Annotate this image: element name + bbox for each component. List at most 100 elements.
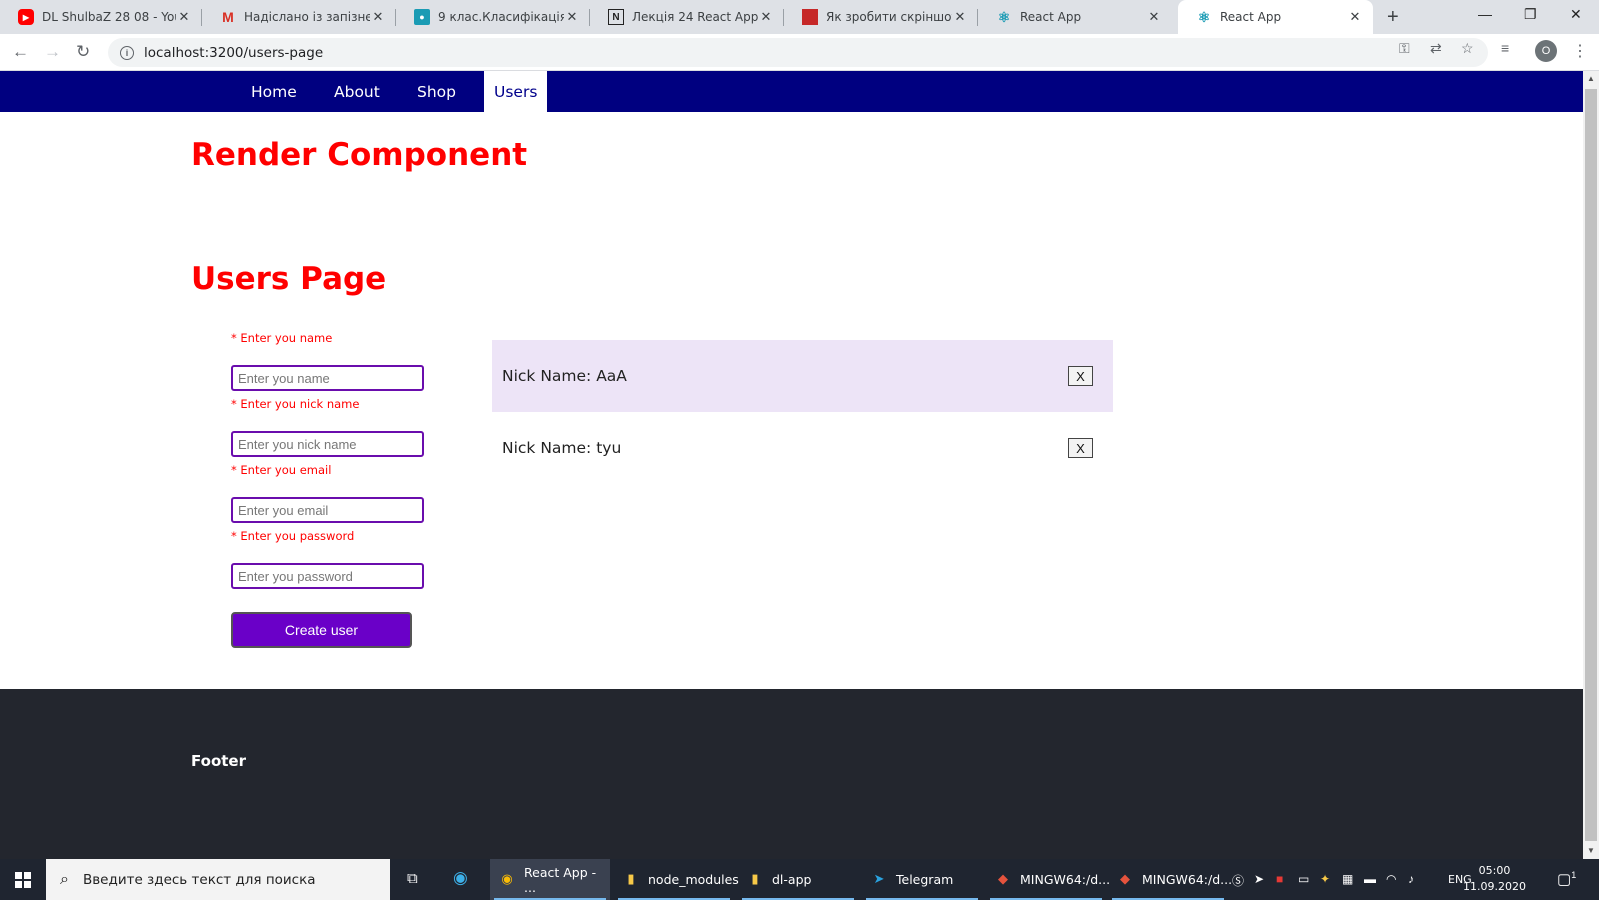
key-icon[interactable]: ⚿ <box>1399 40 1410 57</box>
react-icon: ⚛ <box>1197 8 1211 25</box>
edge-icon[interactable]: ◉ <box>453 868 468 888</box>
browser-tab[interactable]: ● 9 клас.Класифікація програм ✕ <box>396 0 590 34</box>
nav-about[interactable]: About <box>334 71 380 112</box>
tab-close-icon[interactable]: ✕ <box>564 9 580 25</box>
email-label: * Enter you email <box>231 463 332 477</box>
bookmark-star-icon[interactable]: ☆ <box>1461 40 1474 57</box>
page-title: Users Page <box>191 261 387 297</box>
taskbar-search-placeholder[interactable]: Введите здесь текст для поиска <box>83 872 316 888</box>
email-input[interactable] <box>231 497 424 523</box>
window-close-button[interactable]: ✕ <box>1570 6 1582 23</box>
youtube-icon: ▶ <box>18 9 34 25</box>
url-text[interactable]: localhost:3200/users-page <box>144 45 323 61</box>
browser-tab-strip: ▶ DL ShulbaZ 28 08 - YouTube ✕ M Надісла… <box>0 0 1599 34</box>
tab-close-icon[interactable]: ✕ <box>176 9 192 25</box>
name-input[interactable] <box>231 365 424 391</box>
site-info-icon[interactable]: i <box>120 45 134 60</box>
battery-icon[interactable]: ▬ <box>1364 872 1376 886</box>
taskbar-app-telegram[interactable]: ➤ Telegram <box>862 859 982 900</box>
scroll-up-icon[interactable]: ▲ <box>1583 71 1599 87</box>
record-icon[interactable]: ■ <box>1276 872 1283 886</box>
menu-icon[interactable]: ⋮ <box>1572 41 1588 61</box>
back-icon[interactable]: ← <box>12 42 29 62</box>
browser-tab[interactable]: Як зробити скріншот (S ✕ <box>784 0 978 34</box>
footer-text: Footer <box>191 752 246 770</box>
taskbar-app-git[interactable]: ◆ MINGW64:/d... <box>986 859 1110 900</box>
tab-close-icon[interactable]: ✕ <box>1146 9 1162 25</box>
browser-tab[interactable]: ⚛ React App ✕ <box>978 0 1172 34</box>
tab-title: Як зробити скріншот (S <box>826 10 952 24</box>
page-viewport: Home About Shop Users Render Component U… <box>0 71 1583 859</box>
taskbar-app-label: React App - ... <box>524 864 597 895</box>
gmail-icon: M <box>222 9 234 25</box>
display-icon[interactable]: ▭ <box>1298 872 1309 886</box>
clock-date: 11.09.2020 <box>1463 880 1526 893</box>
search-icon: ⌕ <box>60 870 69 888</box>
taskbar-search[interactable]: ⌕ Введите здесь текст для поиска <box>46 859 390 900</box>
tab-title: React App <box>1020 10 1082 24</box>
git-icon: ◆ <box>998 872 1008 887</box>
browser-tab[interactable]: N Лекція 24 React App Fin ✕ <box>590 0 784 34</box>
nav-shop[interactable]: Shop <box>417 71 456 112</box>
tab-close-icon[interactable]: ✕ <box>952 9 968 25</box>
browser-tab[interactable]: M Надіслано із запізненням ✕ <box>202 0 396 34</box>
address-bar[interactable]: i localhost:3200/users-page <box>108 38 1488 67</box>
tab-close-icon[interactable]: ✕ <box>370 9 386 25</box>
skype-icon[interactable]: Ⓢ <box>1232 872 1244 889</box>
tab-close-icon[interactable]: ✕ <box>1347 9 1363 25</box>
nick-name-label: * Enter you nick name <box>231 397 360 411</box>
chrome-icon: ◉ <box>501 872 513 887</box>
taskbar-app-folder[interactable]: ▮ dl-app <box>738 859 858 900</box>
forward-icon[interactable]: → <box>44 42 61 62</box>
tab-title: Лекція 24 React App Fin <box>632 10 758 24</box>
taskbar-app-label: MINGW64:/d... <box>1020 872 1111 887</box>
taskbar-app-label: MINGW64:/d... <box>1142 872 1233 887</box>
user-card: Nick Name: AaA X <box>492 340 1113 412</box>
translate-icon[interactable]: ⇄ <box>1430 40 1442 57</box>
volume-icon[interactable]: ♪ <box>1408 872 1414 886</box>
windows-taskbar: ⌕ Введите здесь текст для поиска ⧉ ◉ ◉ R… <box>0 859 1599 900</box>
maximize-button[interactable]: ❐ <box>1524 6 1537 23</box>
minimize-button[interactable]: — <box>1478 6 1492 22</box>
clock[interactable]: 05:00 11.09.2020 <box>1463 863 1526 895</box>
nav-users[interactable]: Users <box>484 71 548 112</box>
new-tab-button[interactable]: + <box>1387 6 1399 29</box>
password-input[interactable] <box>231 563 424 589</box>
tab-title: DL ShulbaZ 28 08 - YouTube <box>42 10 176 24</box>
wifi-icon[interactable]: ◠ <box>1386 872 1396 886</box>
delete-user-button[interactable]: X <box>1068 366 1093 386</box>
app-navbar: Home About Shop Users <box>0 71 1583 112</box>
delete-user-button[interactable]: X <box>1068 438 1093 458</box>
page-scrollbar[interactable]: ▲ ▼ <box>1583 71 1599 859</box>
browser-tab-active[interactable]: ⚛ React App ✕ <box>1178 0 1373 34</box>
taskbar-app-git[interactable]: ◆ MINGW64:/d... <box>1108 859 1232 900</box>
taskbar-app-label: node_modules <box>648 872 739 887</box>
tab-close-icon[interactable]: ✕ <box>758 9 774 25</box>
taskbar-app-label: Telegram <box>896 872 954 887</box>
network-card-icon[interactable]: ▦ <box>1342 872 1353 886</box>
browser-tab[interactable]: ▶ DL ShulbaZ 28 08 - YouTube ✕ <box>0 0 202 34</box>
windows-logo-icon <box>15 871 31 888</box>
taskbar-app-folder[interactable]: ▮ node_modules <box>614 859 739 900</box>
start-button[interactable] <box>0 859 46 900</box>
folder-icon: ▮ <box>751 872 759 887</box>
footer: Footer <box>0 689 1583 859</box>
telegram-tray-icon[interactable]: ➤ <box>1254 872 1264 886</box>
nav-home[interactable]: Home <box>251 71 297 112</box>
taskbar-app-chrome[interactable]: ◉ React App - ... <box>490 859 610 900</box>
name-label: * Enter you name <box>231 331 333 345</box>
scroll-down-icon[interactable]: ▼ <box>1583 843 1599 859</box>
notification-center-icon[interactable]: ▢1 <box>1557 870 1576 888</box>
task-view-icon[interactable]: ⧉ <box>407 870 418 887</box>
nick-name-input[interactable] <box>231 431 424 457</box>
notification-count: 1 <box>1571 870 1577 880</box>
tab-title: React App <box>1220 10 1282 24</box>
tab-title: 9 клас.Класифікація програм <box>438 10 564 24</box>
screenshot-site-icon <box>802 9 818 25</box>
security-icon[interactable]: ✦ <box>1320 872 1330 886</box>
media-icon[interactable]: ≡ <box>1501 40 1509 56</box>
scroll-thumb[interactable] <box>1585 89 1597 841</box>
create-user-button[interactable]: Create user <box>231 612 412 648</box>
avatar[interactable]: O <box>1535 40 1557 62</box>
reload-icon[interactable]: ↻ <box>76 42 90 62</box>
